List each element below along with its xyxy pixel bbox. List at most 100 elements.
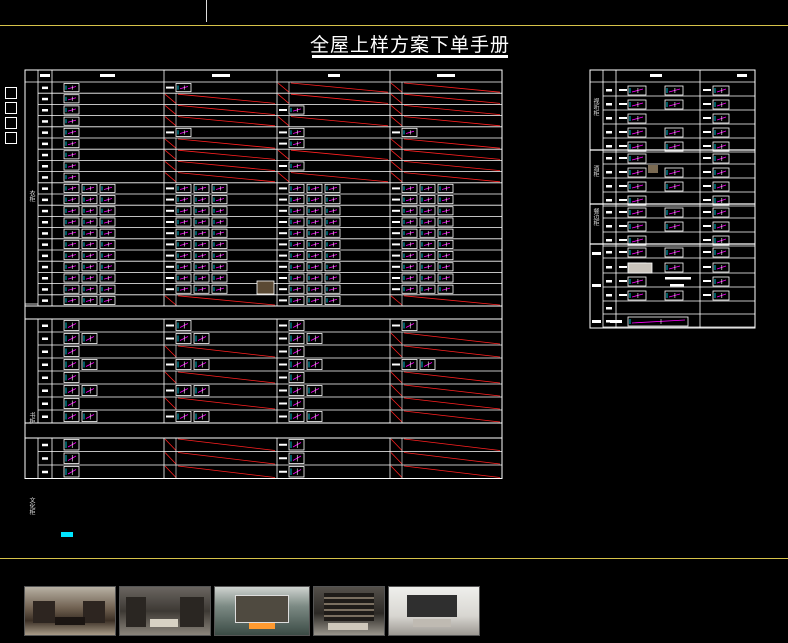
row-label-bar [619, 131, 627, 133]
cyan-note-tag [61, 532, 73, 537]
row-index-mark [42, 443, 48, 447]
row-label-bar [703, 211, 711, 213]
strike-line [164, 138, 177, 149]
strike-line [164, 465, 177, 478]
row-label-bar [619, 211, 627, 213]
row-label-bar [703, 157, 711, 159]
row-label-bar [166, 254, 174, 257]
row-label-bar [279, 232, 287, 235]
strike-line [390, 465, 403, 478]
row-index-mark [42, 324, 48, 327]
row-label-bar [279, 277, 287, 279]
thumb-stroke [631, 224, 644, 229]
strike-line [177, 295, 276, 306]
row-label-bar [166, 232, 174, 235]
row-label-bar [279, 221, 287, 223]
row-index-mark [42, 337, 48, 340]
strike-line [177, 138, 276, 149]
row-label-bar [279, 324, 287, 327]
row-label-bar [392, 324, 400, 327]
row-label-bar [392, 221, 400, 223]
strike-line [403, 384, 501, 397]
row-index-mark [42, 198, 48, 202]
row-index-mark [42, 86, 48, 90]
row-index-mark [606, 89, 612, 92]
thumb-stroke [668, 250, 681, 255]
row-label-bar [703, 103, 711, 105]
row-index-mark [606, 199, 612, 202]
row-label-bar [392, 198, 400, 201]
strike-line [403, 397, 501, 410]
thumb-stroke [668, 144, 681, 149]
row-label-bar [703, 251, 711, 253]
row-label-bar [703, 171, 711, 173]
row-index-mark [606, 211, 612, 214]
row-index-mark [42, 142, 48, 146]
row-label-bar [392, 131, 400, 134]
row-label-bar [703, 239, 711, 241]
strike-line [403, 82, 501, 93]
row-label-bar [166, 198, 174, 201]
row-label-bar [703, 266, 711, 268]
row-label-bar [166, 243, 174, 246]
row-label-bar [166, 221, 174, 223]
row-index-mark [42, 165, 48, 168]
strike-line [390, 116, 403, 127]
strike-line [403, 149, 501, 160]
strike-line [390, 172, 403, 183]
row-label-bar [619, 171, 627, 173]
row-index-mark [42, 187, 48, 190]
strike-line [177, 161, 276, 171]
row-label-bar [619, 294, 627, 296]
photo-library-wall[interactable] [313, 586, 385, 636]
thumb-stroke [631, 250, 644, 255]
header-label-bar [100, 74, 115, 77]
row-label-bar [279, 243, 287, 246]
row-index-mark [42, 232, 48, 235]
strike-line [390, 384, 403, 397]
photo-study-room[interactable] [24, 586, 116, 636]
thumb-stroke [631, 102, 644, 107]
strike-line [277, 82, 290, 93]
strike-line [290, 93, 389, 104]
row-index-mark [42, 243, 48, 246]
row-label-bar [703, 131, 711, 133]
row-label-bar [279, 363, 287, 366]
thumb-stroke [668, 170, 681, 175]
thumb-stroke [631, 156, 644, 161]
thumb-stroke [668, 184, 681, 189]
row-label-bar [279, 109, 287, 111]
row-index-mark [606, 225, 612, 228]
row-label-bar [619, 185, 627, 187]
photo-fireplace-bookshelf[interactable] [214, 586, 310, 636]
row-index-mark [606, 280, 612, 283]
photo-white-lounge[interactable] [388, 586, 480, 636]
strike-line [390, 105, 403, 115]
row-index-mark [606, 145, 612, 148]
strike-line [177, 345, 276, 358]
row-index-mark [42, 109, 48, 112]
strike-line [403, 371, 501, 384]
strike-line [277, 116, 290, 127]
header-label-bar [737, 74, 747, 77]
photo-living-room-dark[interactable] [119, 586, 211, 636]
cad-drawing-sheet[interactable] [0, 0, 788, 643]
strike-line [290, 149, 389, 160]
row-label-bar [703, 117, 711, 119]
row-label-bar [703, 294, 711, 296]
group-label-bar [592, 252, 601, 255]
row-label-bar [279, 265, 287, 268]
row-label-bar [279, 402, 287, 405]
row-label-bar [703, 185, 711, 187]
header-label-bar [212, 74, 230, 77]
strike-line [164, 452, 177, 465]
thumb-stroke [668, 102, 681, 107]
strike-line [164, 149, 177, 160]
row-label-bar [166, 86, 174, 89]
row-index-mark [606, 307, 612, 310]
strike-line [277, 93, 290, 104]
strike-line [164, 161, 177, 171]
header-label-bar [40, 74, 50, 77]
row-label-bar [279, 415, 287, 418]
strike-line [390, 161, 403, 171]
